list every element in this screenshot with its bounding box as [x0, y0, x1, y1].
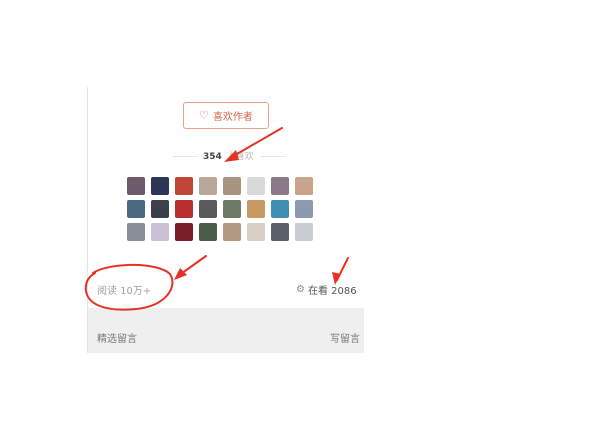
liker-avatar[interactable]: [127, 200, 145, 218]
liker-avatar[interactable]: [295, 223, 313, 241]
liker-avatar[interactable]: [271, 200, 289, 218]
liker-avatar[interactable]: [223, 223, 241, 241]
liker-avatar[interactable]: [223, 177, 241, 195]
liker-avatar[interactable]: [223, 200, 241, 218]
liker-avatar[interactable]: [127, 223, 145, 241]
watching-count[interactable]: ⚙ 在看 2086: [296, 282, 357, 297]
watching-label: 在看 2086: [307, 286, 357, 297]
like-author-button[interactable]: ♡ 喜欢作者: [183, 102, 269, 129]
divider-left: [173, 156, 198, 157]
likers-count: 354: [203, 152, 222, 162]
likers-suffix: 人喜欢: [226, 152, 254, 162]
liker-avatar[interactable]: [175, 200, 193, 218]
liker-avatar[interactable]: [199, 223, 217, 241]
liker-avatar[interactable]: [271, 177, 289, 195]
liker-avatar[interactable]: [175, 177, 193, 195]
liker-avatar[interactable]: [271, 223, 289, 241]
liker-avatar[interactable]: [247, 177, 265, 195]
liker-avatar[interactable]: [199, 177, 217, 195]
article-footer-screenshot: ♡ 喜欢作者 354 人喜欢 阅读 10万+ ⚙ 在看 2086 精选留言 写留…: [87, 87, 364, 353]
liker-avatar[interactable]: [199, 200, 217, 218]
liker-avatar[interactable]: [151, 177, 169, 195]
liker-avatar[interactable]: [295, 177, 313, 195]
write-comment-link[interactable]: 写留言: [330, 330, 360, 345]
liker-avatar[interactable]: [127, 177, 145, 195]
gear-icon: ⚙: [296, 284, 305, 295]
read-count: 阅读 10万+: [97, 286, 152, 297]
liker-avatar[interactable]: [247, 200, 265, 218]
divider-right: [261, 156, 286, 157]
article-stats-row: 阅读 10万+ ⚙ 在看 2086: [88, 279, 364, 299]
liker-avatar[interactable]: [247, 223, 265, 241]
like-author-label: 喜欢作者: [212, 112, 253, 123]
liker-avatar[interactable]: [175, 223, 193, 241]
likers-count-row: 354 人喜欢: [88, 149, 364, 163]
heart-gift-icon: ♡: [199, 109, 209, 122]
liker-avatar[interactable]: [295, 200, 313, 218]
liker-avatar[interactable]: [151, 200, 169, 218]
featured-comments-label: 精选留言: [97, 334, 137, 345]
liker-avatar[interactable]: [151, 223, 169, 241]
comments-bar: 精选留言 写留言: [88, 308, 364, 353]
